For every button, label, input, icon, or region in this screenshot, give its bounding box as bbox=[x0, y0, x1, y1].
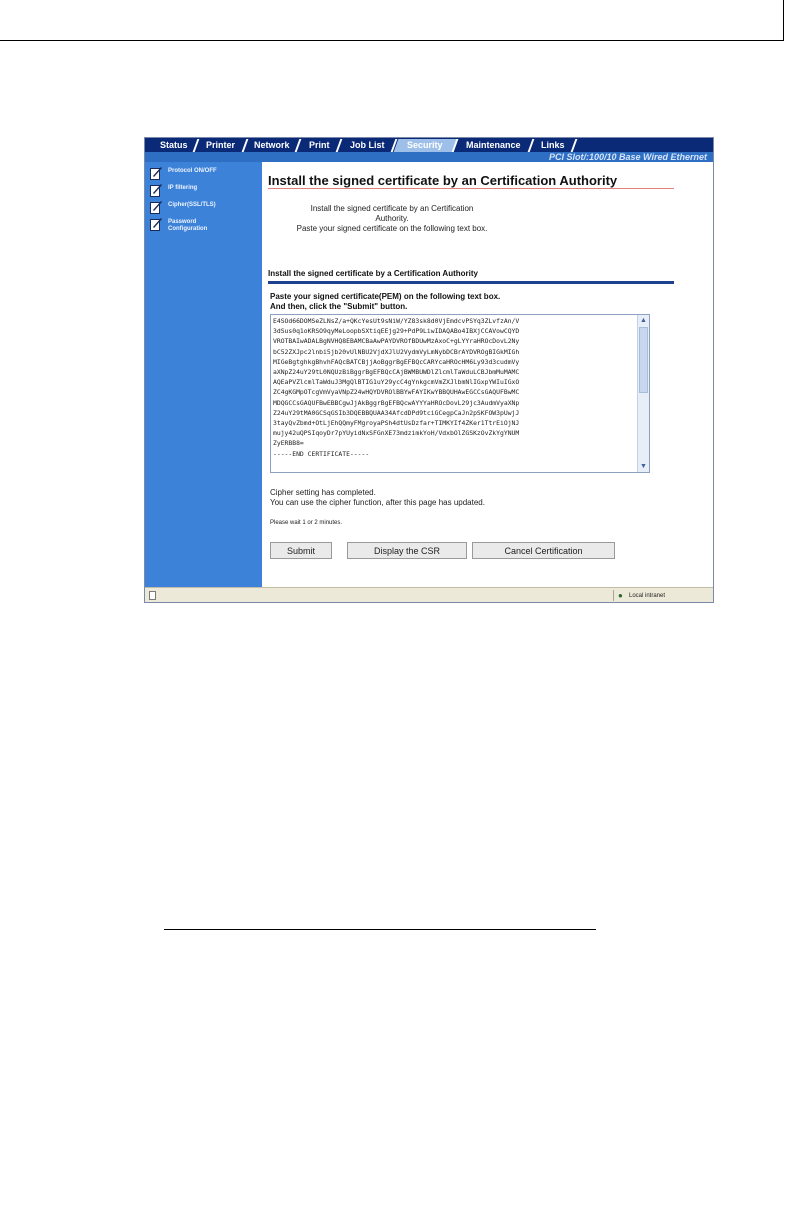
status-message: Cipher setting has completed. You can us… bbox=[270, 488, 530, 508]
tab-bar: Status Printer Network Print Job List Se… bbox=[145, 138, 713, 152]
page-top-rule bbox=[0, 40, 784, 41]
tab-printer[interactable]: Printer bbox=[195, 139, 249, 152]
browser-screenshot: Status Printer Network Print Job List Se… bbox=[144, 137, 714, 603]
scroll-up-icon[interactable]: ▲ bbox=[640, 317, 647, 324]
status-line-1: Cipher setting has completed. bbox=[270, 488, 376, 497]
tab-security[interactable]: Security bbox=[393, 139, 459, 152]
section-divider bbox=[268, 281, 674, 284]
sidebar-item-label: IP filtering bbox=[168, 185, 198, 191]
slot-info: PCI Slot/:100/10 Base Wired Ethernet bbox=[549, 152, 707, 162]
browser-status-bar: ● Local intranet bbox=[145, 587, 713, 602]
tab-links[interactable]: Links bbox=[530, 139, 578, 152]
intranet-zone-icon: ● bbox=[618, 591, 623, 600]
certificate-scrollbar[interactable]: ▲ ▼ bbox=[637, 315, 649, 472]
tab-maintenance[interactable]: Maintenance bbox=[454, 139, 535, 152]
sidebar-item-label: Password Configuration bbox=[168, 219, 208, 232]
paste-instructions: Paste your signed certificate(PEM) on th… bbox=[270, 292, 500, 312]
intro-text: Install the signed certificate by an Cer… bbox=[276, 204, 508, 234]
edit-icon bbox=[150, 218, 162, 231]
submit-button[interactable]: Submit bbox=[270, 542, 332, 559]
paste-line-1: Paste your signed certificate(PEM) on th… bbox=[270, 292, 501, 301]
intro-line-2: Paste your signed certificate on the fol… bbox=[296, 224, 488, 233]
sidebar-item-protocol[interactable]: Protocol ON/OFF bbox=[150, 166, 260, 182]
tab-network[interactable]: Network bbox=[244, 139, 302, 152]
edit-icon bbox=[150, 201, 162, 214]
security-zone-label: Local intranet bbox=[629, 593, 666, 599]
certificate-text: E4SOd66DOMSeZLNsZ/a+QKcYesUt9sNiW/YZ83sk… bbox=[273, 317, 520, 458]
sidebar-item-ip-filtering[interactable]: IP filtering bbox=[150, 183, 260, 199]
intro-line-1: Install the signed certificate by an Cer… bbox=[310, 204, 474, 223]
paste-line-2: And then, click the "Submit" button. bbox=[270, 302, 408, 311]
title-divider bbox=[268, 188, 674, 189]
tab-job-list[interactable]: Job List bbox=[338, 139, 398, 152]
edit-icon bbox=[150, 184, 162, 197]
page-icon bbox=[149, 591, 156, 600]
sidebar-item-label: Cipher(SSL/TLS) bbox=[168, 202, 216, 208]
sidebar-item-cipher[interactable]: Cipher(SSL/TLS) bbox=[150, 200, 260, 216]
display-csr-button[interactable]: Display the CSR bbox=[347, 542, 467, 559]
edit-icon bbox=[150, 167, 162, 180]
status-line-2: You can use the cipher function, after t… bbox=[270, 498, 485, 507]
page-title: Install the signed certificate by an Cer… bbox=[268, 173, 618, 188]
sidebar: Protocol ON/OFF IP filtering Cipher(SSL/… bbox=[145, 162, 262, 587]
tab-status[interactable]: Status bbox=[150, 139, 200, 152]
cancel-certification-button[interactable]: Cancel Certification bbox=[472, 542, 615, 559]
main-content: Install the signed certificate by an Cer… bbox=[262, 162, 713, 587]
sidebar-item-label: Protocol ON/OFF bbox=[168, 168, 217, 174]
status-divider bbox=[613, 590, 614, 601]
scroll-down-icon[interactable]: ▼ bbox=[640, 463, 647, 470]
certificate-textarea[interactable]: E4SOd66DOMSeZLNsZ/a+QKcYesUt9sNiW/YZ83sk… bbox=[270, 314, 650, 473]
status-wait-note: Please wait 1 or 2 minutes. bbox=[270, 520, 343, 526]
page-right-rule bbox=[783, 0, 784, 40]
section-heading: Install the signed certificate by a Cert… bbox=[268, 269, 478, 278]
footnote-rule bbox=[164, 929, 596, 930]
sidebar-item-password[interactable]: Password Configuration bbox=[150, 217, 260, 233]
tab-print[interactable]: Print bbox=[297, 139, 343, 152]
scroll-thumb[interactable] bbox=[639, 327, 648, 393]
